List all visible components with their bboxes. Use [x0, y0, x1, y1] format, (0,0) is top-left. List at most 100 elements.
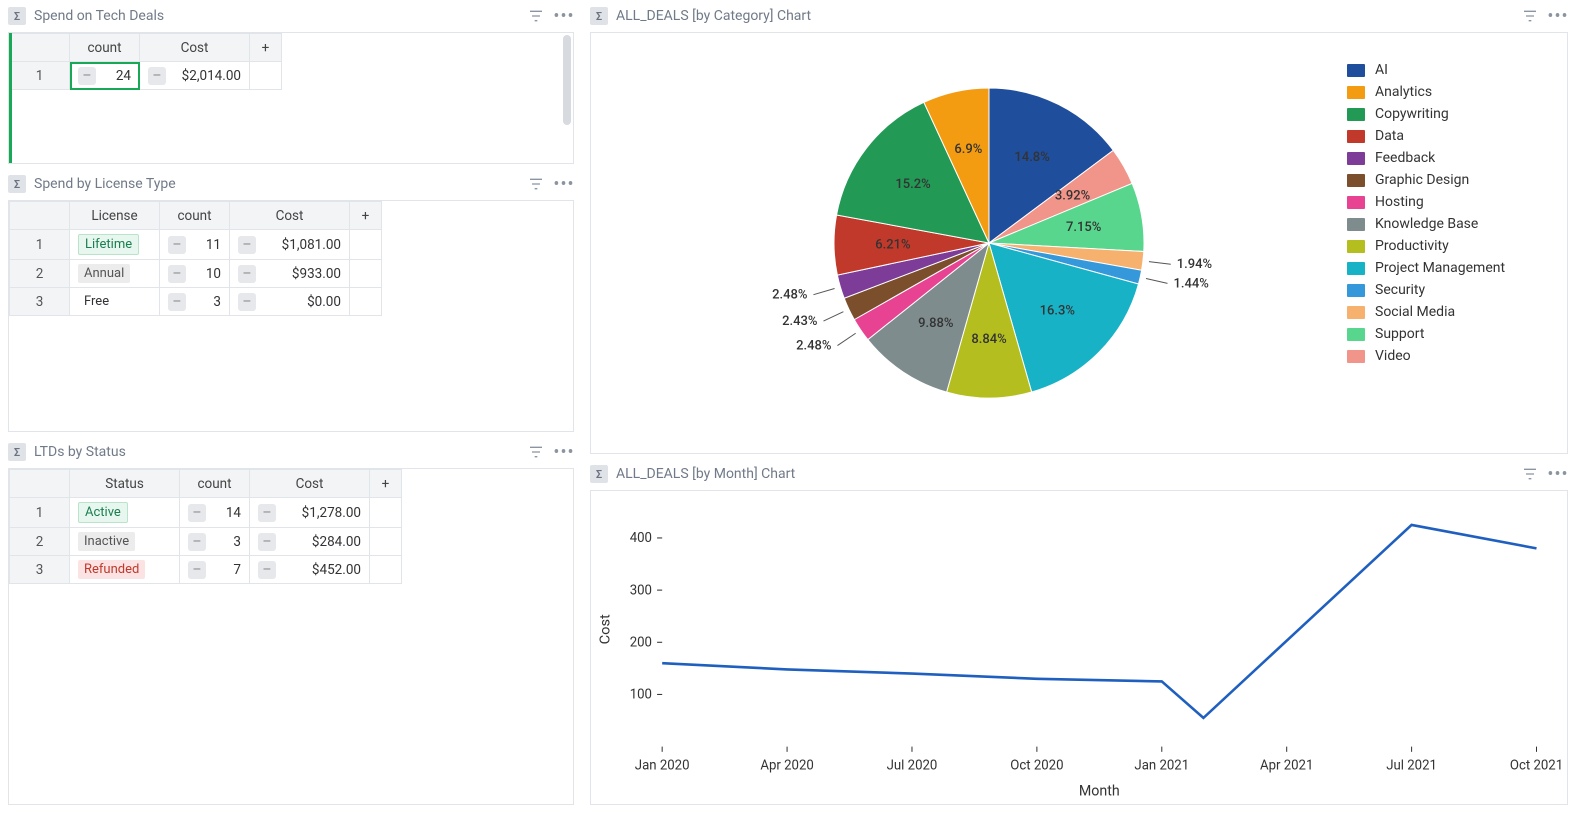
- expand-icon[interactable]: –: [148, 67, 166, 85]
- cell-cost[interactable]: –$0.00: [230, 288, 350, 316]
- add-column-button[interactable]: +: [250, 34, 282, 62]
- legend-label: AI: [1375, 62, 1388, 78]
- more-icon[interactable]: •••: [554, 442, 574, 462]
- cell-cost[interactable]: –$933.00: [230, 260, 350, 288]
- col-count[interactable]: count: [180, 470, 250, 498]
- cell-cost[interactable]: –$284.00: [250, 528, 370, 556]
- expand-icon[interactable]: –: [168, 265, 186, 283]
- legend-item[interactable]: Knowledge Base: [1347, 213, 1567, 235]
- cell-count[interactable]: –11: [160, 230, 230, 260]
- col-count[interactable]: count: [160, 202, 230, 230]
- legend-label: Support: [1375, 326, 1424, 342]
- cell-count[interactable]: –24: [70, 62, 140, 90]
- expand-icon[interactable]: –: [188, 533, 206, 551]
- expand-icon[interactable]: –: [168, 293, 186, 311]
- more-icon[interactable]: •••: [1548, 464, 1568, 484]
- cell-count[interactable]: –10: [160, 260, 230, 288]
- filter-icon[interactable]: [1520, 6, 1540, 26]
- filter-icon[interactable]: [526, 442, 546, 462]
- pie-slice-label: 7.15%: [1066, 220, 1101, 235]
- cell-status[interactable]: Refunded: [70, 556, 180, 584]
- cell-count[interactable]: –3: [160, 288, 230, 316]
- sigma-icon: Σ: [590, 465, 608, 483]
- row-number[interactable]: 1: [10, 230, 70, 260]
- expand-icon[interactable]: –: [238, 265, 256, 283]
- cell-status[interactable]: Active: [70, 498, 180, 528]
- legend-item[interactable]: AI: [1347, 59, 1567, 81]
- legend-item[interactable]: Security: [1347, 279, 1567, 301]
- row-number[interactable]: 1: [10, 62, 70, 90]
- cell-status[interactable]: Inactive: [70, 528, 180, 556]
- more-icon[interactable]: •••: [554, 6, 574, 26]
- cell-cost[interactable]: –$1,081.00: [230, 230, 350, 260]
- expand-icon[interactable]: –: [238, 236, 256, 254]
- cell-cost[interactable]: –$1,278.00: [250, 498, 370, 528]
- legend-item[interactable]: Hosting: [1347, 191, 1567, 213]
- expand-icon[interactable]: –: [168, 236, 186, 254]
- legend-item[interactable]: Copywriting: [1347, 103, 1567, 125]
- pie-legend: AI Analytics CopywritingDataFeedbackGraphi…: [1347, 33, 1567, 453]
- legend-item[interactable]: Project Management: [1347, 257, 1567, 279]
- filter-icon[interactable]: [526, 6, 546, 26]
- col-count[interactable]: count: [70, 34, 140, 62]
- cell-cost[interactable]: –$452.00: [250, 556, 370, 584]
- legend-label: Video: [1375, 348, 1411, 364]
- col-cost[interactable]: Cost: [230, 202, 350, 230]
- legend-item[interactable]: Support: [1347, 323, 1567, 345]
- pie-slice-label: 1.44%: [1173, 276, 1208, 291]
- row-number[interactable]: 3: [10, 288, 70, 316]
- legend-item[interactable]: Social Media: [1347, 301, 1567, 323]
- scrollbar[interactable]: [563, 35, 571, 125]
- expand-icon[interactable]: –: [188, 561, 206, 579]
- legend-label: Social Media: [1375, 304, 1455, 320]
- row-number[interactable]: 2: [10, 260, 70, 288]
- x-tick-label: Oct 2021: [1510, 758, 1563, 773]
- legend-swatch: [1347, 108, 1365, 121]
- legend-swatch: [1347, 218, 1365, 231]
- pie-slice-label: 6.9%: [954, 142, 982, 157]
- cell-license[interactable]: Annual: [70, 260, 160, 288]
- table-license[interactable]: License count Cost + 1Lifetime–11–$1,081…: [8, 200, 574, 432]
- expand-icon[interactable]: –: [258, 533, 276, 551]
- expand-icon[interactable]: –: [78, 67, 96, 85]
- panel-header-license: Σ Spend by License Type •••: [8, 172, 574, 200]
- filter-icon[interactable]: [526, 174, 546, 194]
- expand-icon[interactable]: –: [188, 504, 206, 522]
- row-number[interactable]: 3: [10, 556, 70, 584]
- expand-icon[interactable]: –: [258, 561, 276, 579]
- col-cost[interactable]: Cost: [140, 34, 250, 62]
- legend-item[interactable]: Feedback: [1347, 147, 1567, 169]
- row-number[interactable]: 2: [10, 528, 70, 556]
- expand-icon[interactable]: –: [258, 504, 276, 522]
- cell-count[interactable]: –3: [180, 528, 250, 556]
- legend-item[interactable]: Data: [1347, 125, 1567, 147]
- cell-count[interactable]: –7: [180, 556, 250, 584]
- legend-item[interactable]: Video: [1347, 345, 1567, 367]
- col-license[interactable]: License: [70, 202, 160, 230]
- legend-swatch: [1347, 240, 1365, 253]
- cell-license[interactable]: Lifetime: [70, 230, 160, 260]
- row-number[interactable]: 1: [10, 498, 70, 528]
- col-cost[interactable]: Cost: [250, 470, 370, 498]
- more-icon[interactable]: •••: [554, 174, 574, 194]
- table-tech-deals[interactable]: count Cost + 1 –24 –$2,014.00: [8, 32, 574, 164]
- legend-item[interactable]: Analytics: [1347, 81, 1567, 103]
- table-status[interactable]: Status count Cost + 1Active–14–$1,278.00…: [8, 468, 574, 805]
- line-series[interactable]: [662, 525, 1536, 718]
- cell-cost[interactable]: –$2,014.00: [140, 62, 250, 90]
- expand-icon[interactable]: –: [238, 293, 256, 311]
- filter-icon[interactable]: [1520, 464, 1540, 484]
- more-icon[interactable]: •••: [1548, 6, 1568, 26]
- legend-item[interactable]: Productivity: [1347, 235, 1567, 257]
- cell-license[interactable]: Free: [70, 288, 160, 316]
- cell-count[interactable]: –14: [180, 498, 250, 528]
- y-tick-label: 100: [630, 687, 652, 702]
- col-status[interactable]: Status: [70, 470, 180, 498]
- add-column-button[interactable]: +: [370, 470, 402, 498]
- add-column-button[interactable]: +: [350, 202, 382, 230]
- line-chart[interactable]: 100200300400Jan 2020Apr 2020Jul 2020Oct …: [590, 490, 1568, 805]
- legend-label: Analytics: [1375, 84, 1432, 100]
- x-tick-label: Jan 2020: [635, 758, 690, 773]
- pie-chart[interactable]: 14.8%3.92%7.15%1.94%1.44%16.3%8.84%9.88%…: [590, 32, 1568, 454]
- legend-item[interactable]: Graphic Design: [1347, 169, 1567, 191]
